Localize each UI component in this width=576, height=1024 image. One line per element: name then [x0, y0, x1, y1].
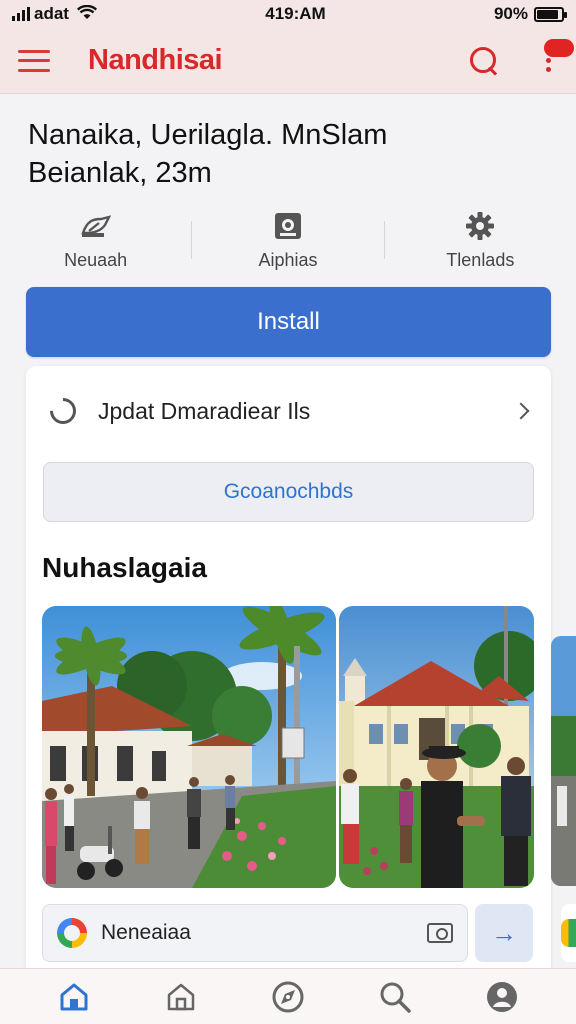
status-time: 419:AM: [265, 4, 326, 23]
lens-icon[interactable]: [427, 923, 453, 943]
battery-percent: 90%: [493, 4, 528, 23]
signal-icon: [12, 7, 30, 21]
update-text: Jpdat Dmaradiear Ils: [98, 397, 311, 424]
status-left: adat: [12, 4, 97, 24]
nav-explore-button[interactable]: [266, 975, 310, 1019]
content-card: Jpdat Dmaradiear Ils Gcoanochbds Nuhasla…: [26, 366, 551, 986]
carrier-label: adat: [34, 4, 69, 23]
search-input[interactable]: Neneaiaa: [42, 904, 468, 962]
search-icon[interactable]: [468, 45, 500, 77]
bottom-navigation: [0, 968, 576, 1024]
gear-icon: [463, 210, 497, 242]
google-icon: [57, 918, 87, 948]
refresh-icon: [44, 392, 82, 430]
app-title: Nandhisai: [88, 44, 223, 76]
next-search-peek[interactable]: [561, 904, 576, 962]
nav-home-outline-button[interactable]: [159, 975, 203, 1019]
search-text: Neneaiaa: [101, 921, 191, 944]
app-header: Nandhisai: [0, 28, 576, 94]
home-icon: [60, 983, 88, 1010]
camera-icon: [271, 210, 305, 242]
notification-badge: [544, 38, 574, 57]
status-bar: adat 419:AM 90%: [0, 0, 576, 28]
street-photo[interactable]: [42, 606, 336, 888]
home-outline-icon: [167, 983, 195, 1010]
quick-actions: Neuaah Aiphias Tlenlads: [0, 200, 576, 280]
more-vertical-icon[interactable]: [538, 38, 574, 77]
title-line-1: Nanaika, Uerilagla. MnSlam: [28, 119, 388, 151]
quick-action-label: Neuaah: [64, 249, 128, 270]
search-icon: [380, 982, 411, 1013]
quick-action-aiphias[interactable]: Aiphias: [192, 210, 383, 271]
next-card-peek[interactable]: [551, 636, 576, 886]
header-actions: [468, 38, 574, 77]
quick-action-label: Aiphias: [258, 249, 318, 270]
section-title: Nuhaslagaia: [42, 552, 207, 583]
title-line-2: Beianlak, 23m: [28, 157, 212, 189]
chevron-right-icon: [512, 402, 530, 420]
nav-profile-button[interactable]: [480, 975, 524, 1019]
update-row[interactable]: Jpdat Dmaradiear Ils: [26, 382, 551, 440]
profile-icon: [487, 981, 518, 1012]
quick-action-label: Tlenlads: [446, 249, 515, 270]
building-photo[interactable]: [339, 606, 534, 888]
status-right: 90%: [493, 4, 567, 24]
page-title: Nanaika, Uerilagla. MnSlam Beianlak, 23m: [28, 116, 548, 192]
menu-icon[interactable]: [18, 49, 50, 72]
install-button[interactable]: Install: [26, 287, 551, 357]
nav-home-button[interactable]: [52, 975, 96, 1019]
nav-search-button[interactable]: [373, 975, 417, 1019]
go-button[interactable]: →: [475, 904, 533, 962]
battery-icon: [534, 6, 567, 22]
wifi-icon: [76, 4, 97, 23]
quick-action-neuaah[interactable]: Neuaah: [0, 210, 191, 271]
compass-icon: [272, 981, 304, 1012]
edit-icon: [79, 210, 113, 242]
quick-action-tlenlads[interactable]: Tlenlads: [385, 210, 576, 271]
secondary-button[interactable]: Gcoanochbds: [43, 462, 534, 522]
